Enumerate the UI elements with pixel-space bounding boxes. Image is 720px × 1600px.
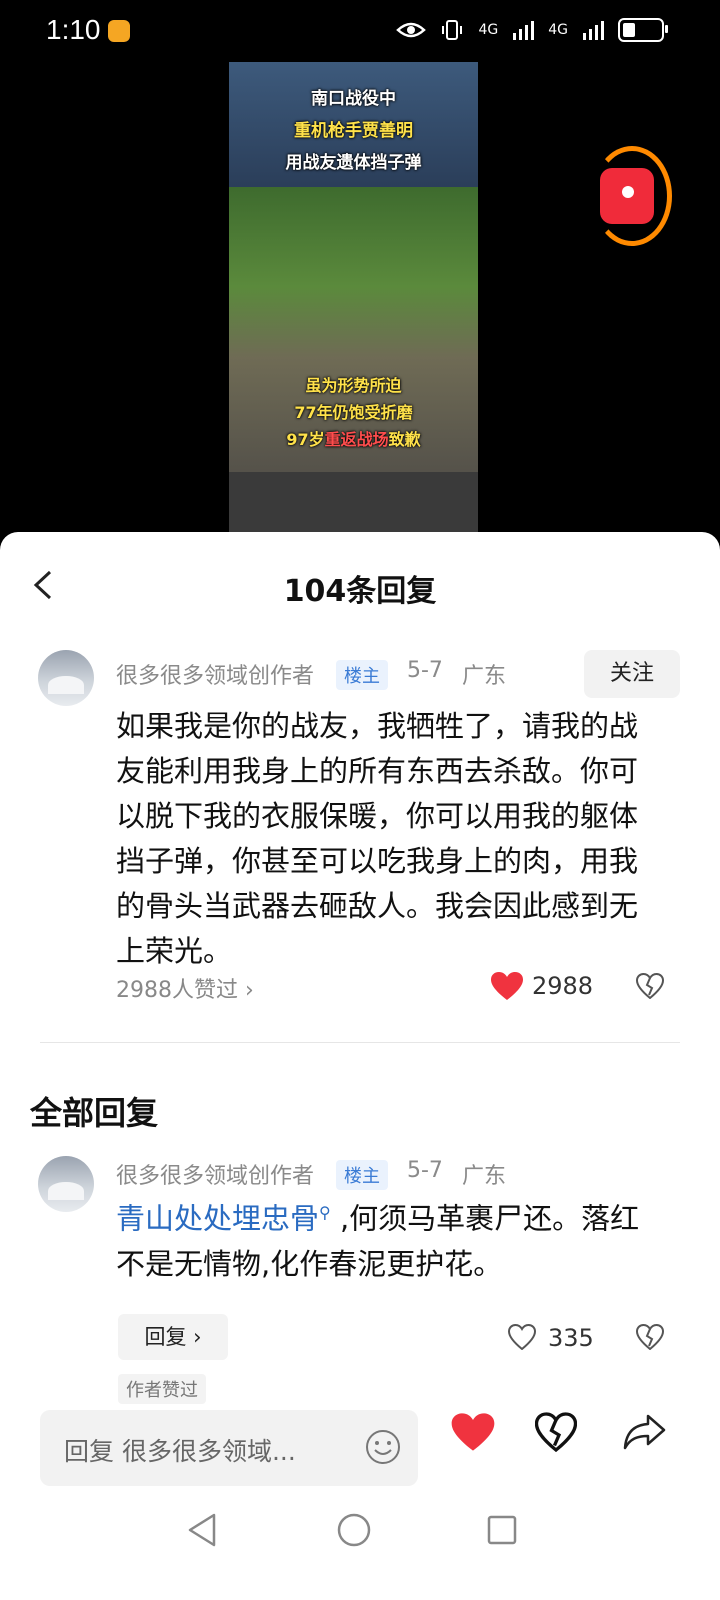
red-envelope-icon: [600, 168, 654, 224]
reply-input[interactable]: 回复 很多很多领域...: [40, 1410, 418, 1486]
heart-filled-icon[interactable]: [490, 971, 524, 1001]
nav-back-icon[interactable]: [186, 1512, 218, 1548]
share-icon[interactable]: [622, 1410, 668, 1452]
reply-like-count: 335: [548, 1324, 594, 1352]
network-4g-label-2: 4G: [548, 22, 568, 38]
reply-date: 5-7: [407, 1158, 443, 1183]
nav-recents-icon[interactable]: [486, 1514, 518, 1546]
sheet-title: 104条回复: [283, 574, 437, 609]
red-packet-widget[interactable]: [592, 146, 672, 246]
reply-sheet: 104条回复 很多很多领域创作者 楼主 5-7 广东 关注 如果我是你的战友，我…: [0, 532, 720, 1600]
emoji-icon[interactable]: [364, 1428, 402, 1466]
app-notification-icon: [108, 20, 130, 42]
signal-icon-2: [583, 21, 604, 40]
like-count: 2988: [532, 972, 594, 1000]
section-title: 全部回复: [30, 1094, 159, 1132]
comment-location: 广东: [462, 664, 507, 689]
video-player[interactable]: 南口战役中 重机枪手贾善明 用战友遗体挡子弹 虽为形势所迫 77年仍饱受折磨 9…: [229, 62, 478, 532]
eye-icon: [396, 22, 427, 38]
video-bottom-area: [229, 472, 478, 532]
comment-username[interactable]: 很多很多领域创作者: [116, 658, 314, 690]
video-caption-line-3: 用战友遗体挡子弹: [285, 153, 422, 173]
reply-username[interactable]: 很多很多领域创作者: [116, 1158, 314, 1190]
likes-list-link[interactable]: 2988人赞过 ›: [116, 972, 254, 1004]
topic-link[interactable]: 青山处处埋忠骨: [116, 1202, 319, 1236]
network-4g-label: 4G: [478, 22, 499, 38]
video-subtitle-line-3: 97岁重返战场致歉: [286, 430, 421, 449]
comment-date: 5-7: [407, 658, 443, 683]
reply-location: 广东: [462, 1164, 507, 1189]
avatar[interactable]: [38, 1156, 94, 1212]
battery-icon: [618, 18, 668, 42]
nav-home-icon[interactable]: [336, 1512, 372, 1548]
follow-button[interactable]: 关注: [584, 650, 680, 698]
reply-button[interactable]: 回复 ›: [118, 1314, 228, 1360]
op-badge: 楼主: [336, 1160, 388, 1190]
video-subtitle-line-1: 虽为形势所迫: [305, 376, 402, 395]
avatar[interactable]: [38, 650, 94, 706]
clock: 1:10: [46, 14, 101, 45]
dislike-icon[interactable]: [636, 1324, 664, 1350]
divider: [40, 1042, 680, 1043]
op-badge: 楼主: [336, 660, 388, 690]
video-caption-line-2: 重机枪手贾善明: [294, 121, 413, 141]
comment-text: 如果我是你的战友，我牺牲了，请我的战友能利用我身上的所有东西去杀敌。你可以脱下我…: [116, 709, 639, 968]
heart-filled-icon[interactable]: [450, 1412, 496, 1452]
video-caption-line-1: 南口战役中: [311, 89, 396, 109]
vibrate-icon: [442, 20, 463, 40]
system-nav-bar: [0, 1490, 720, 1600]
reply-text: 青山处处埋忠骨⚲ ,何须马革裹尸还。落红不是无情物,化作春泥更护花。: [116, 1201, 640, 1281]
video-subtitle-line-2: 77年仍饱受折磨: [294, 403, 413, 422]
search-icon[interactable]: ⚲: [319, 1203, 331, 1222]
status-bar: 1:10 4G 4G: [0, 0, 720, 64]
dislike-icon[interactable]: [535, 1412, 577, 1452]
dislike-icon[interactable]: [636, 973, 664, 999]
heart-outline-icon[interactable]: [508, 1324, 536, 1350]
reply-input-placeholder: 回复 很多很多领域...: [64, 1437, 296, 1466]
status-icons: 4G 4G: [396, 18, 668, 42]
signal-icon: [513, 21, 535, 40]
author-liked-badge: 作者赞过: [118, 1374, 206, 1404]
